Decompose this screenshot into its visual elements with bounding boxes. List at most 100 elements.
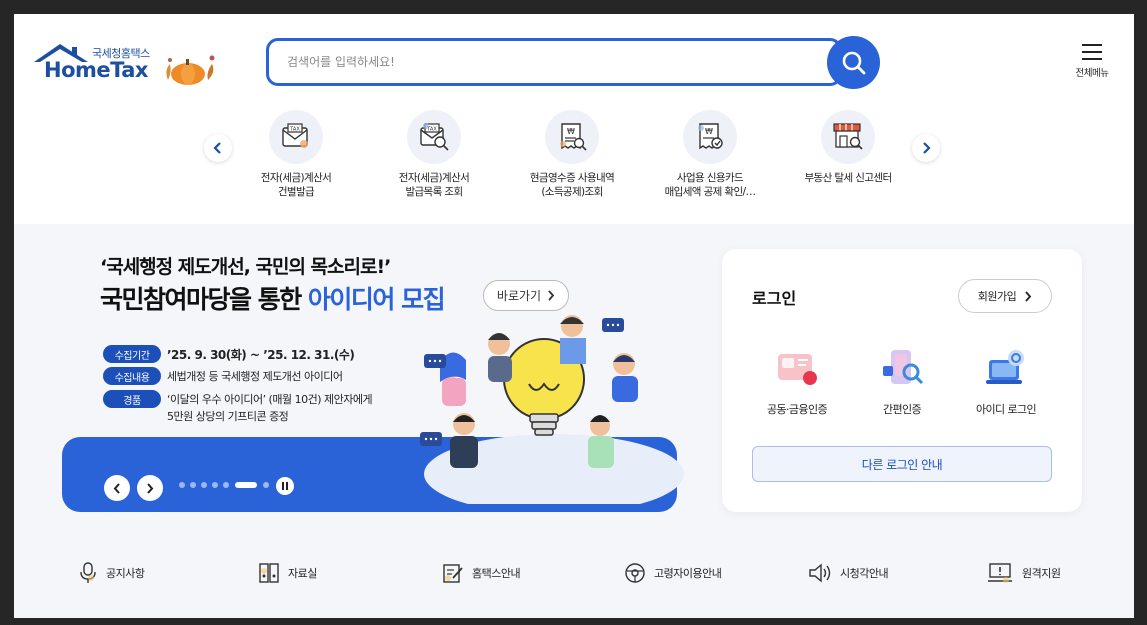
- login-panel: 로그인 회원가입 공동·금융인증 간편인증 아이디 로그인 다른 로그인 안내: [722, 249, 1082, 512]
- slide-dot[interactable]: [263, 482, 269, 488]
- banner-next-button[interactable]: [137, 475, 163, 501]
- shortcut-item-business-credit-card[interactable]: ₩ 사업용 신용카드매입세액 공제 확인/…: [645, 110, 775, 199]
- shortcut-prev-button[interactable]: [204, 134, 232, 162]
- link-remote-support[interactable]: 원격지원: [988, 562, 1061, 584]
- shortcut-label-line2: 발급목록 조회: [405, 186, 463, 198]
- info-tag: 경품: [103, 390, 161, 408]
- chevron-right-icon: [548, 290, 555, 301]
- full-menu-button[interactable]: 전체메뉴: [1068, 42, 1116, 86]
- link-label: 홈택스안내: [472, 567, 521, 580]
- pen-document-icon: [443, 564, 463, 583]
- slide-dot[interactable]: [223, 482, 229, 488]
- link-label: 시청각안내: [840, 567, 889, 580]
- link-audiovisual-guide[interactable]: 시청각안내: [808, 562, 889, 584]
- binder-icon: [259, 563, 279, 583]
- other-login-guide-button[interactable]: 다른 로그인 안내: [752, 446, 1052, 482]
- store-search-icon: [821, 110, 875, 164]
- chevron-left-icon: [113, 482, 120, 494]
- link-label: 공지사항: [106, 567, 145, 580]
- chevron-right-icon: [147, 482, 154, 494]
- pause-icon: [282, 482, 288, 490]
- login-method-certificate[interactable]: 공동·금융인증: [747, 345, 847, 417]
- svg-text:TAX: TAX: [289, 127, 300, 133]
- slide-dot[interactable]: [201, 482, 207, 488]
- info-text-line2: 5만원 상당의 기프티콘 증정: [167, 410, 289, 423]
- tax-invoice-icon: TAX: [269, 110, 323, 164]
- id-login-icon: [982, 345, 1030, 391]
- simple-auth-icon: [878, 345, 926, 391]
- hometax-logo[interactable]: 국세청홈택스 HomeTax: [32, 42, 222, 92]
- join-button[interactable]: 회원가입: [958, 279, 1052, 313]
- speaker-icon: [809, 563, 831, 583]
- go-button-label: 바로가기: [496, 289, 542, 303]
- slide-dot-active[interactable]: [235, 482, 257, 488]
- slide-dot[interactable]: [212, 482, 218, 488]
- shortcut-label-line1: 사업용 신용카드: [676, 172, 744, 184]
- info-row-period: 수집기간 ’25. 9. 30(화) ~ ’25. 12. 31.(수): [103, 345, 355, 363]
- car-wheel-icon: [625, 563, 645, 583]
- info-text: 세법개정 등 국세행정 제도개선 아이디어: [167, 370, 343, 383]
- full-menu-label: 전체메뉴: [1075, 68, 1109, 79]
- shortcut-item-cash-receipt[interactable]: ₩ 현금영수증 사용내역 (소득공제)조회: [507, 110, 637, 199]
- chevron-right-icon: [923, 142, 931, 154]
- microphone-icon: [80, 562, 96, 583]
- slide-dot[interactable]: [190, 482, 196, 488]
- logo-wordmark: HomeTax: [44, 58, 148, 82]
- link-senior-guide[interactable]: 고령자이용안내: [624, 562, 722, 584]
- search-input[interactable]: [269, 41, 839, 83]
- shortcut-item-tax-invoice-list[interactable]: TAX 전자(세금)계산서 발급목록 조회: [369, 110, 499, 199]
- hometax-page: 국세청홈택스 HomeTax 전체메뉴: [14, 14, 1134, 618]
- login-method-simple-auth[interactable]: 간편인증: [852, 345, 952, 417]
- banner-quote: ‘국세행정 제도개선, 국민의 목소리로!’: [100, 256, 391, 278]
- shortcut-label-line2: 건별발급: [277, 186, 315, 198]
- remote-support-icon: [988, 563, 1012, 583]
- shortcut-label-line1: 부동산 탈세 신고센터: [804, 172, 892, 184]
- login-method-label: 간편인증: [882, 403, 922, 416]
- info-text: ‘이달의 우수 아이디어’ (매월 10건) 제안자에게: [167, 393, 373, 406]
- login-method-label: 아이디 로그인: [975, 403, 1037, 416]
- shortcut-label-line2: (소득공제)조회: [541, 186, 603, 198]
- shortcut-next-button[interactable]: [912, 134, 940, 162]
- link-label: 자료실: [288, 567, 317, 580]
- header: 국세청홈택스 HomeTax 전체메뉴: [14, 14, 1134, 224]
- login-title: 로그인: [752, 289, 797, 308]
- join-button-label: 회원가입: [977, 290, 1017, 303]
- banner-pause-button[interactable]: [276, 477, 294, 495]
- link-hometax-guide[interactable]: 홈택스안내: [442, 562, 521, 584]
- link-label: 원격지원: [1022, 567, 1061, 580]
- svg-text:₩: ₩: [705, 127, 713, 136]
- banner-title-prefix: 국민참여마당을 통한: [100, 285, 308, 314]
- info-row-content: 수집내용 세법개정 등 국세행정 제도개선 아이디어: [103, 367, 343, 385]
- search-box[interactable]: [266, 38, 842, 86]
- login-method-label: 공동·금융인증: [766, 403, 828, 416]
- info-tag: 수집내용: [103, 367, 161, 385]
- shortcut-item-tax-invoice-issue[interactable]: TAX 전자(세금)계산서건별발급: [231, 110, 361, 199]
- chevron-left-icon: [213, 142, 221, 154]
- cash-receipt-icon: ₩: [545, 110, 599, 164]
- idea-people-illustration: [420, 315, 684, 504]
- link-notice[interactable]: 공지사항: [78, 562, 145, 584]
- login-method-id[interactable]: 아이디 로그인: [956, 345, 1056, 417]
- info-tag: 수집기간: [103, 345, 161, 363]
- shortcut-label-line1: 현금영수증 사용내역: [529, 172, 615, 184]
- link-label: 고령자이용안내: [654, 567, 722, 580]
- search-icon: [842, 51, 865, 74]
- info-text: ’25. 9. 30(화) ~ ’25. 12. 31.(수): [167, 347, 355, 362]
- link-library[interactable]: 자료실: [258, 562, 317, 584]
- shortcut-label-line1: 전자(세금)계산서: [260, 172, 332, 184]
- info-row-prize: 경품 ‘이달의 우수 아이디어’ (매월 10건) 제안자에게: [103, 390, 373, 408]
- search-button[interactable]: [827, 36, 880, 89]
- hamburger-icon: [1082, 44, 1102, 60]
- bottom-links: 공지사항 자료실 홈택스안내 고령자이용안내 시청각안내 원격지원: [14, 556, 1134, 596]
- pumpkin-decoration-icon: [166, 55, 215, 85]
- slide-dot[interactable]: [179, 482, 185, 488]
- promo-banner: ‘국세행정 제도개선, 국민의 목소리로!’ 국민참여마당을 통한 아이디어 모…: [14, 224, 714, 534]
- banner-prev-button[interactable]: [104, 475, 130, 501]
- certificate-icon: [773, 345, 821, 391]
- tax-invoice-search-icon: TAX: [407, 110, 461, 164]
- banner-title: 국민참여마당을 통한 아이디어 모집: [100, 280, 446, 316]
- shortcut-label-line2: 매입세액 공제 확인/…: [664, 186, 756, 198]
- svg-text:₩: ₩: [567, 127, 575, 136]
- credit-card-receipt-icon: ₩: [683, 110, 737, 164]
- shortcut-item-real-estate-report[interactable]: 부동산 탈세 신고센터: [783, 110, 913, 185]
